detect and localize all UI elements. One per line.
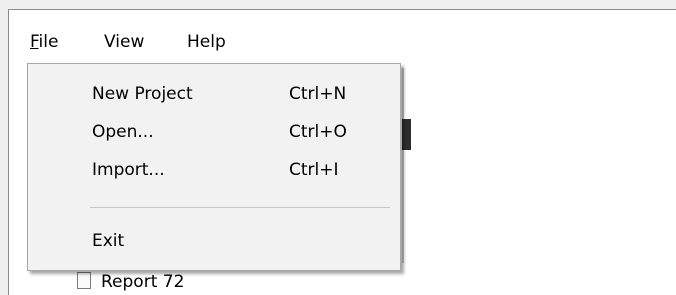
menu-item-exit[interactable]: Exit bbox=[30, 222, 398, 260]
menu-bar: File View Help bbox=[9, 10, 676, 64]
menu-item-shortcut: Ctrl+O bbox=[289, 122, 347, 142]
app-window: File View Help Report 72 New Project Ctr… bbox=[8, 9, 676, 295]
menu-file-mnemonic: F bbox=[30, 32, 39, 52]
menu-view[interactable]: View bbox=[104, 27, 144, 57]
menu-item-import[interactable]: Import... Ctrl+I bbox=[30, 151, 398, 189]
menu-item-label: Import... bbox=[92, 160, 165, 180]
menu-help[interactable]: Help bbox=[187, 27, 226, 57]
background-selected-row bbox=[402, 119, 411, 150]
file-icon bbox=[77, 272, 91, 289]
background-list-item-label: Report 72 bbox=[101, 272, 185, 292]
menu-item-label: New Project bbox=[92, 84, 193, 104]
menu-item-label: Exit bbox=[92, 231, 125, 251]
background-list-item[interactable]: Report 72 bbox=[77, 272, 184, 295]
menu-item-shortcut: Ctrl+N bbox=[289, 84, 347, 104]
file-dropdown-menu: New Project Ctrl+N Open... Ctrl+O Import… bbox=[27, 63, 401, 271]
menu-file-label-rest: ile bbox=[38, 32, 59, 52]
background-panel-border bbox=[402, 68, 404, 263]
menu-item-shortcut: Ctrl+I bbox=[289, 160, 339, 180]
menu-separator bbox=[90, 207, 390, 208]
menu-item-label: Open... bbox=[92, 122, 154, 142]
menu-item-new-project[interactable]: New Project Ctrl+N bbox=[30, 75, 398, 113]
menu-file[interactable]: File bbox=[30, 27, 58, 57]
menu-item-open[interactable]: Open... Ctrl+O bbox=[30, 113, 398, 151]
